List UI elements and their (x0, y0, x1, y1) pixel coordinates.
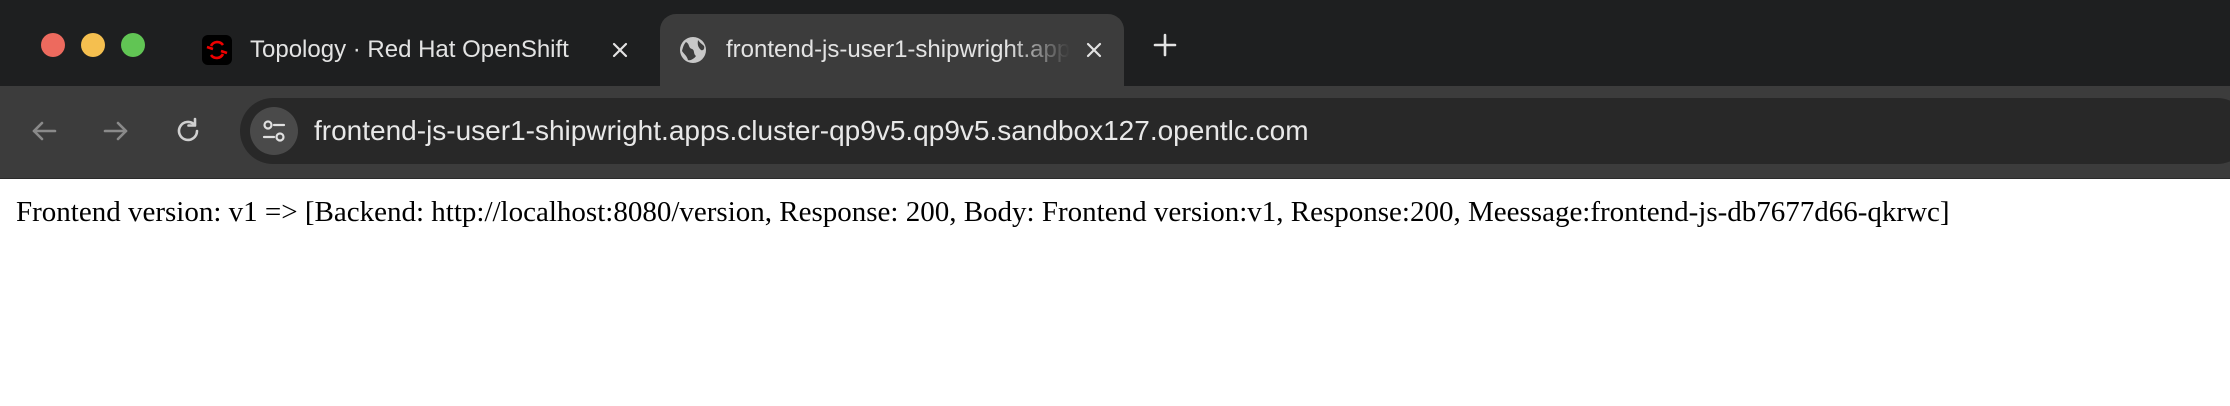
url-text[interactable]: frontend-js-user1-shipwright.apps.cluste… (314, 115, 1309, 147)
tune-icon (262, 120, 286, 142)
reload-icon (177, 117, 199, 142)
site-settings-button[interactable] (250, 107, 298, 155)
browser-window: Topology · Red Hat OpenShift frontend-js… (0, 0, 2230, 406)
openshift-icon (202, 35, 232, 65)
address-bar[interactable]: frontend-js-user1-shipwright.apps.cluste… (240, 98, 2230, 164)
arrow-left-icon (32, 121, 57, 141)
page-content: Frontend version: v1 => [Backend: http:/… (0, 179, 2230, 406)
arrow-right-icon (103, 121, 128, 141)
globe-icon (678, 35, 708, 65)
tab-openshift-topology[interactable]: Topology · Red Hat OpenShift (190, 14, 650, 86)
close-icon[interactable] (606, 36, 634, 64)
window-maximize-button[interactable] (121, 33, 145, 57)
reload-button[interactable] (170, 113, 206, 149)
tab-title: frontend-js-user1-shipwright.apps.cluste… (726, 36, 1070, 63)
tab-frontend-js[interactable]: frontend-js-user1-shipwright.apps.cluste… (660, 14, 1124, 86)
new-tab-button[interactable] (1148, 28, 1182, 62)
window-close-button[interactable] (41, 33, 65, 57)
tab-strip: Topology · Red Hat OpenShift frontend-js… (0, 0, 2230, 86)
browser-toolbar: frontend-js-user1-shipwright.apps.cluste… (0, 86, 2230, 179)
back-button[interactable] (26, 113, 62, 149)
frontend-version-text: Frontend version: v1 => [Backend: http:/… (16, 196, 1950, 228)
plus-icon (1153, 33, 1177, 57)
window-minimize-button[interactable] (81, 33, 105, 57)
close-icon[interactable] (1080, 36, 1108, 64)
forward-button[interactable] (98, 113, 134, 149)
tab-title: Topology · Red Hat OpenShift (250, 36, 569, 63)
